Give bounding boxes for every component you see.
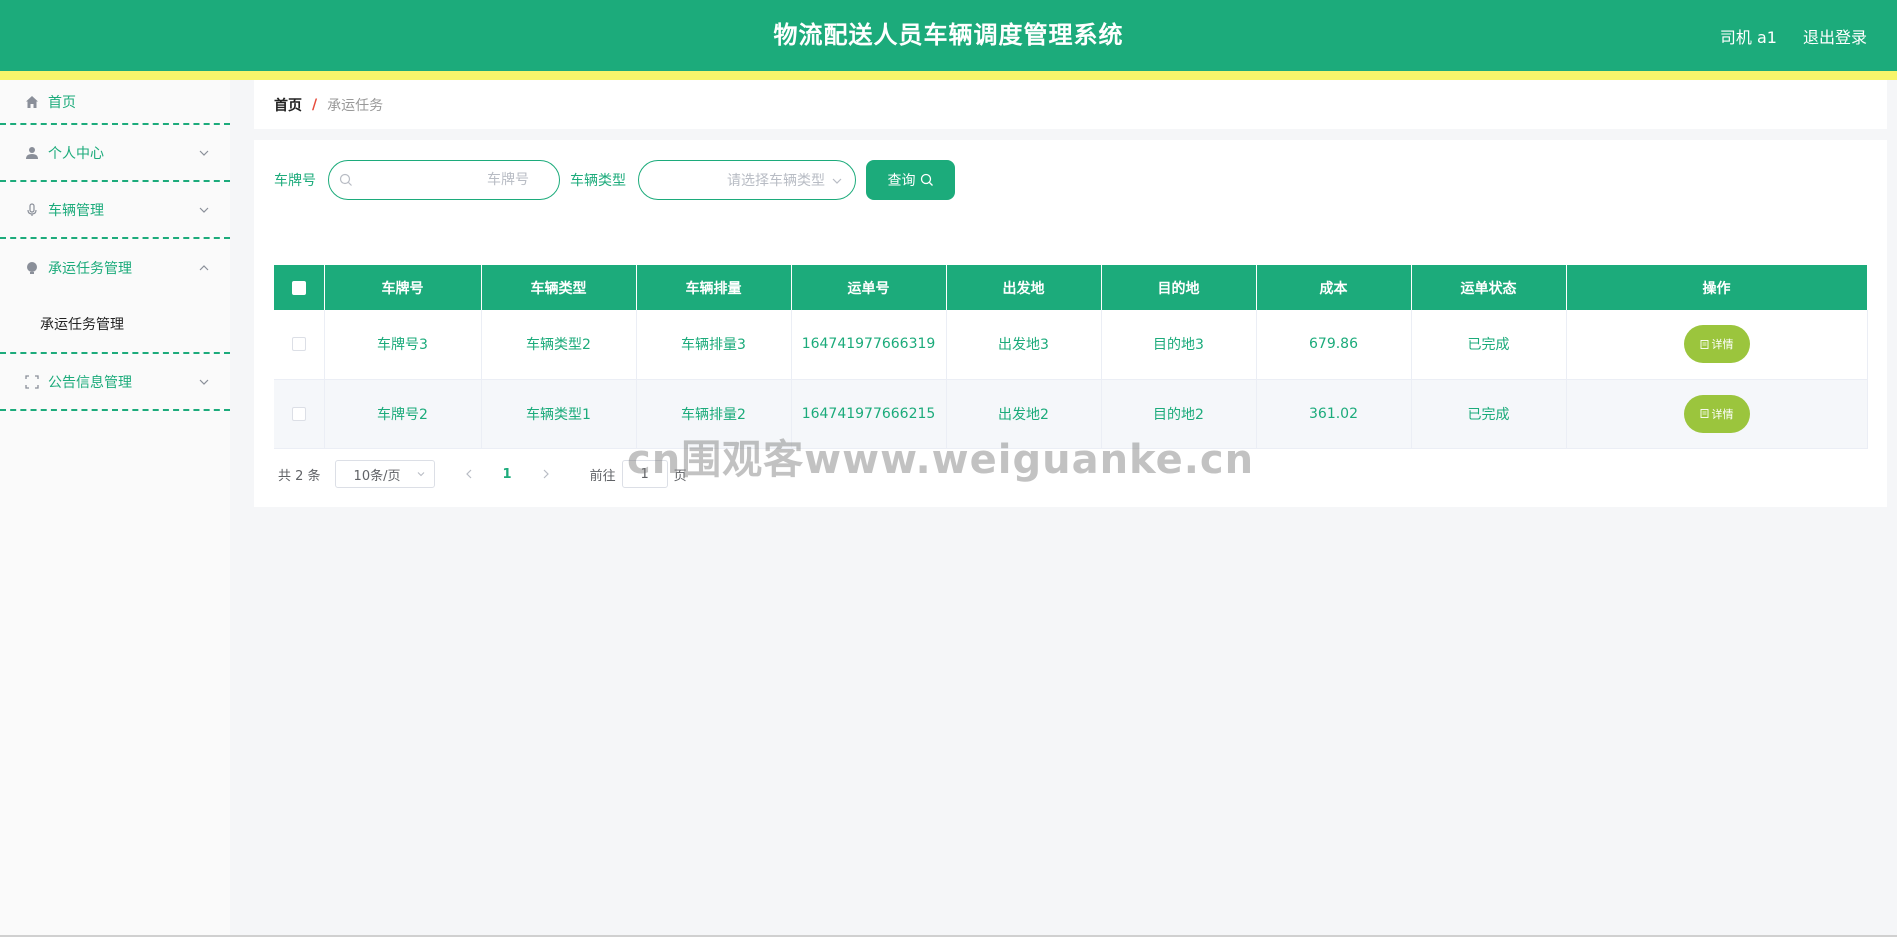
plate-search-input[interactable]: [329, 161, 559, 199]
search-form: 车牌号 车辆类型 请选择车辆类型 查询: [274, 160, 955, 200]
column-header: 出发地: [946, 265, 1102, 310]
column-header: 目的地: [1101, 265, 1257, 310]
chevron-down-icon: [199, 379, 209, 385]
cell-action: 详情: [1566, 379, 1868, 449]
goto-label: 前往: [589, 468, 616, 484]
mic-icon: [24, 202, 40, 218]
cell-type: 车辆类型2: [481, 310, 637, 380]
sidebar-item-label: 承运任务管理: [48, 260, 132, 277]
document-icon: [1700, 409, 1708, 418]
column-header: 操作: [1566, 265, 1868, 310]
chevron-up-icon: [199, 264, 209, 270]
sidebar-item-label: 车辆管理: [48, 202, 104, 219]
query-button[interactable]: 查询: [866, 160, 955, 200]
column-header: 运单状态: [1411, 265, 1567, 310]
cell-displacement: 车辆排量3: [636, 310, 792, 380]
page-size-select[interactable]: 10条/页: [334, 460, 435, 488]
sidebar-subitem-task-management[interactable]: 承运任务管理: [0, 296, 230, 354]
logout-link[interactable]: 退出登录: [1803, 24, 1867, 48]
task-table: 车牌号 车辆类型 车辆排量 运单号 出发地 目的地 成本 运单状态 操作 车牌号…: [274, 265, 1868, 449]
sidebar: 首页 个人中心 车辆管理 承运任务管理 承运任务管理 公告信息管理: [0, 80, 230, 937]
chevron-down-icon: [199, 150, 209, 156]
pagination-total: 共 2 条: [278, 468, 321, 484]
column-header: 车辆排量: [636, 265, 792, 310]
row-checkbox[interactable]: [291, 337, 306, 352]
cell-displacement: 车辆排量2: [636, 379, 792, 449]
vehicle-type-label: 车辆类型: [570, 173, 626, 189]
current-user-label[interactable]: 司机 a1: [1720, 24, 1777, 48]
goto-page-input[interactable]: [621, 460, 668, 488]
breadcrumb-home[interactable]: 首页: [274, 95, 302, 115]
search-icon: [339, 173, 352, 186]
user-icon: [24, 145, 40, 161]
cell-cost: 361.02: [1256, 379, 1412, 449]
cell-type: 车辆类型1: [481, 379, 637, 449]
cell-waybill: 164741977666215: [791, 379, 947, 449]
sidebar-item-vehicle-management[interactable]: 车辆管理: [0, 182, 230, 239]
table-row: 车牌号2 车辆类型1 车辆排量2 164741977666215 出发地2 目的…: [274, 379, 1868, 449]
page-unit-label: 页: [673, 468, 687, 484]
select-all-checkbox[interactable]: [291, 280, 306, 295]
breadcrumb-separator: /: [312, 96, 318, 113]
detail-button-label: 详情: [1711, 338, 1734, 352]
column-header: 车辆类型: [481, 265, 637, 310]
column-header: 运单号: [791, 265, 947, 310]
chevron-down-icon: [832, 178, 842, 184]
detail-button[interactable]: 详情: [1683, 394, 1750, 433]
cell-status: 已完成: [1411, 310, 1567, 380]
detail-button-label: 详情: [1711, 407, 1734, 421]
breadcrumb: 首页 / 承运任务: [254, 80, 1887, 129]
row-select-cell: [274, 379, 325, 449]
cell-origin: 出发地2: [946, 379, 1102, 449]
search-icon: [920, 173, 933, 186]
app-title: 物流配送人员车辆调度管理系统: [773, 21, 1124, 49]
bulb-icon: [24, 260, 40, 276]
sidebar-item-home[interactable]: 首页: [0, 80, 230, 125]
page-size-value: 10条/页: [353, 468, 401, 484]
cell-plate: 车牌号2: [324, 379, 482, 449]
sidebar-item-label: 个人中心: [48, 145, 104, 162]
query-button-label: 查询: [887, 173, 916, 189]
breadcrumb-current: 承运任务: [327, 97, 384, 114]
pagination: 共 2 条 10条/页 1 前往 页: [278, 460, 687, 488]
column-header: 成本: [1256, 265, 1412, 310]
scan-icon: [24, 374, 40, 390]
sidebar-item-personal-center[interactable]: 个人中心: [0, 125, 230, 182]
cell-waybill: 164741977666319: [791, 310, 947, 380]
cell-action: 详情: [1566, 310, 1868, 380]
home-icon: [24, 94, 40, 110]
sidebar-item-label: 首页: [48, 94, 76, 111]
user-area: 司机 a1 退出登录: [1720, 0, 1867, 71]
detail-button[interactable]: 详情: [1683, 325, 1750, 364]
column-header: 车牌号: [324, 265, 482, 310]
plate-label: 车牌号: [274, 173, 316, 189]
document-icon: [1700, 339, 1708, 349]
cell-destination: 目的地3: [1101, 310, 1257, 380]
cell-destination: 目的地2: [1101, 379, 1257, 449]
cell-cost: 679.86: [1256, 310, 1412, 380]
prev-page-icon[interactable]: [463, 468, 475, 480]
cell-plate: 车牌号3: [324, 310, 482, 380]
sidebar-item-notice-management[interactable]: 公告信息管理: [0, 354, 230, 411]
header-accent-stripe: [0, 71, 1897, 80]
table-row: 车牌号3 车辆类型2 车辆排量3 164741977666319 出发地3 目的…: [274, 310, 1868, 380]
plate-search-field: [328, 160, 560, 200]
row-checkbox[interactable]: [291, 406, 306, 421]
row-select-cell: [274, 310, 325, 380]
page-number-current[interactable]: 1: [503, 467, 512, 482]
vehicle-type-select[interactable]: 请选择车辆类型: [638, 160, 856, 200]
vehicle-type-placeholder: 请选择车辆类型: [727, 173, 825, 189]
next-page-icon[interactable]: [540, 468, 552, 480]
sidebar-item-label: 公告信息管理: [48, 374, 132, 391]
cell-status: 已完成: [1411, 379, 1567, 449]
main-content-card: 车牌号 车辆类型 请选择车辆类型 查询 车牌号 车辆类型 车辆排量 运单号 出发…: [254, 140, 1887, 507]
cell-origin: 出发地3: [946, 310, 1102, 380]
chevron-down-icon: [417, 472, 424, 477]
sidebar-item-task-management[interactable]: 承运任务管理: [0, 239, 230, 296]
table-header-row: 车牌号 车辆类型 车辆排量 运单号 出发地 目的地 成本 运单状态 操作: [274, 265, 1868, 310]
chevron-down-icon: [199, 207, 209, 213]
select-all-cell: [274, 265, 325, 310]
